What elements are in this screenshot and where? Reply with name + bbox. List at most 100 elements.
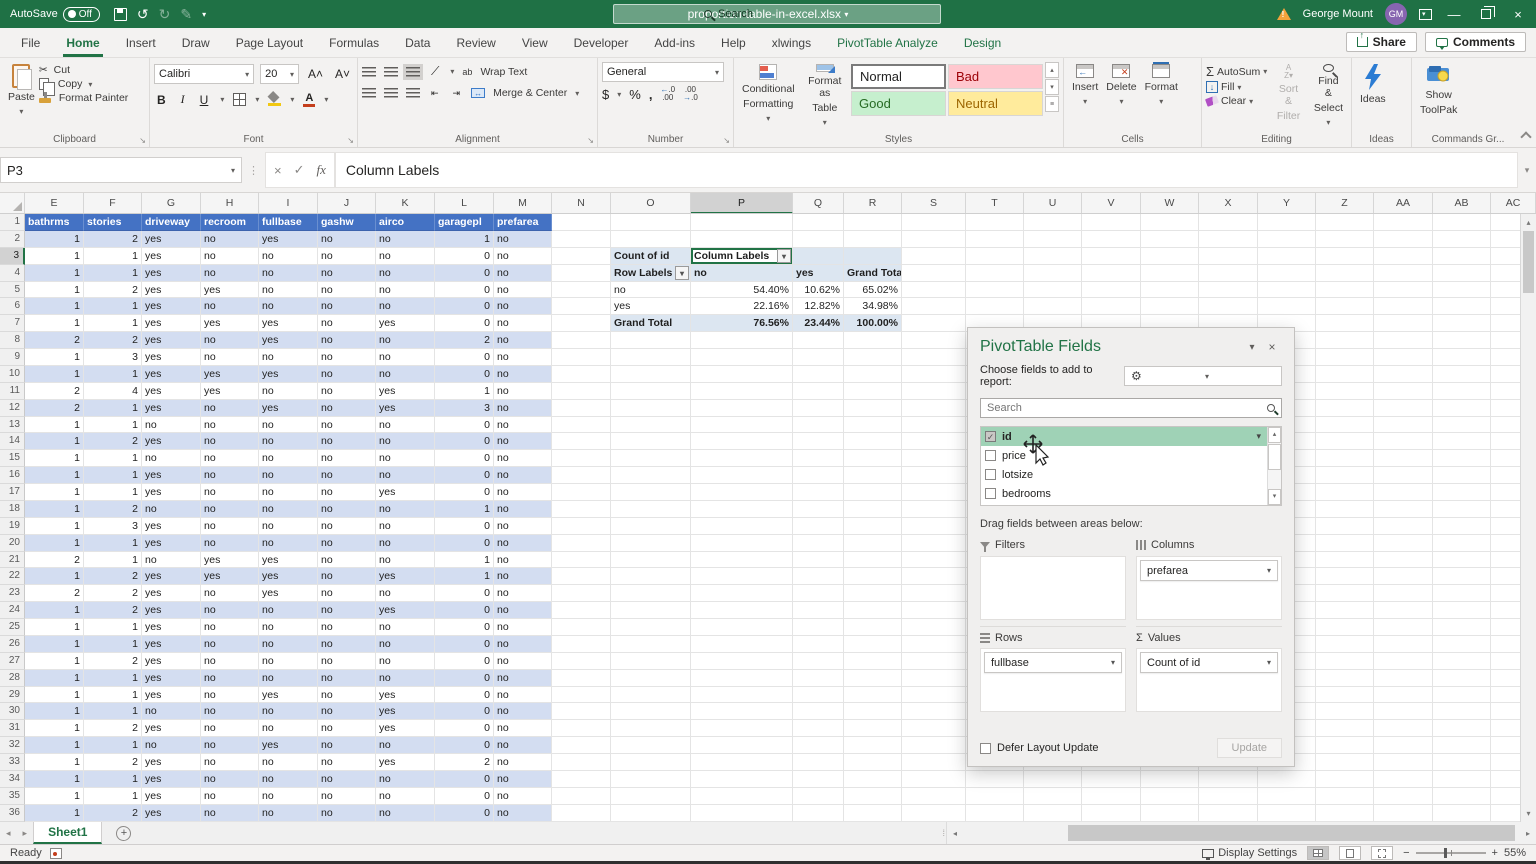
cell-N8[interactable] xyxy=(552,332,611,349)
cell-F30[interactable]: 1 xyxy=(84,703,142,720)
cell-AA16[interactable] xyxy=(1374,467,1433,484)
cell-J6[interactable]: no xyxy=(318,298,376,315)
cell-T5[interactable] xyxy=(966,282,1024,299)
name-box[interactable]: P3▾ xyxy=(0,157,242,183)
cell-Z25[interactable] xyxy=(1316,619,1374,636)
cell-H10[interactable]: yes xyxy=(201,366,259,383)
cell-N32[interactable] xyxy=(552,737,611,754)
cell-G21[interactable]: no xyxy=(142,552,201,569)
restore-button[interactable] xyxy=(1476,7,1496,22)
cell-I23[interactable]: yes xyxy=(259,585,318,602)
cell-R7[interactable]: 100.00% xyxy=(844,315,902,332)
ribbon-display-options-icon[interactable] xyxy=(1419,9,1432,20)
cell-E13[interactable]: 1 xyxy=(25,417,84,434)
row-header-34[interactable]: 34 xyxy=(0,771,25,788)
cell-S23[interactable] xyxy=(902,585,966,602)
row-header-8[interactable]: 8 xyxy=(0,332,25,349)
cell-P25[interactable] xyxy=(691,619,793,636)
touch-mode-icon[interactable]: ✎ xyxy=(180,6,192,23)
cell-R26[interactable] xyxy=(844,636,902,653)
cell-AB29[interactable] xyxy=(1433,687,1491,704)
cell-H36[interactable]: no xyxy=(201,805,259,822)
cell-N24[interactable] xyxy=(552,602,611,619)
cell-G32[interactable]: no xyxy=(142,737,201,754)
cell-S18[interactable] xyxy=(902,501,966,518)
chip-dropdown-icon[interactable]: ▾ xyxy=(1267,658,1271,667)
insert-cells-button[interactable]: Insert▾ xyxy=(1068,62,1102,131)
cell-N36[interactable] xyxy=(552,805,611,822)
column-header-Q[interactable]: Q xyxy=(793,193,844,214)
rows-drop-area[interactable]: fullbase▾ xyxy=(980,648,1126,712)
cell-M18[interactable]: no xyxy=(494,501,552,518)
cell-M4[interactable]: no xyxy=(494,265,552,282)
field-checkbox-bedrooms[interactable] xyxy=(985,488,996,499)
cell-H20[interactable]: no xyxy=(201,535,259,552)
cell-P36[interactable] xyxy=(691,805,793,822)
cell-F23[interactable]: 2 xyxy=(84,585,142,602)
align-right-icon[interactable] xyxy=(406,88,420,98)
cell-M28[interactable]: no xyxy=(494,670,552,687)
cell-M1[interactable]: prefarea xyxy=(494,214,552,231)
column-header-AA[interactable]: AA xyxy=(1374,193,1433,214)
column-header-Z[interactable]: Z xyxy=(1316,193,1374,214)
cell-T36[interactable] xyxy=(966,805,1024,822)
cell-I21[interactable]: yes xyxy=(259,552,318,569)
field-checkbox-price[interactable] xyxy=(985,450,996,461)
cell-M36[interactable]: no xyxy=(494,805,552,822)
cell-S21[interactable] xyxy=(902,552,966,569)
cell-Z33[interactable] xyxy=(1316,754,1374,771)
cell-G13[interactable]: no xyxy=(142,417,201,434)
cell-K4[interactable]: no xyxy=(376,265,435,282)
row-header-23[interactable]: 23 xyxy=(0,585,25,602)
cell-H12[interactable]: no xyxy=(201,400,259,417)
cell-J35[interactable]: no xyxy=(318,788,376,805)
cell-P14[interactable] xyxy=(691,433,793,450)
cell-S16[interactable] xyxy=(902,467,966,484)
cell-F17[interactable]: 1 xyxy=(84,484,142,501)
cell-G12[interactable]: yes xyxy=(142,400,201,417)
cell-I12[interactable]: yes xyxy=(259,400,318,417)
cell-L24[interactable]: 0 xyxy=(435,602,494,619)
cell-AA3[interactable] xyxy=(1374,248,1433,265)
cell-L22[interactable]: 1 xyxy=(435,568,494,585)
cut-button[interactable]: ✂Cut xyxy=(39,64,128,76)
cell-G11[interactable]: yes xyxy=(142,383,201,400)
cell-Q5[interactable]: 10.62% xyxy=(793,282,844,299)
cell-J17[interactable]: no xyxy=(318,484,376,501)
cell-T2[interactable] xyxy=(966,231,1024,248)
cell-P23[interactable] xyxy=(691,585,793,602)
cell-L35[interactable]: 0 xyxy=(435,788,494,805)
cell-AB16[interactable] xyxy=(1433,467,1491,484)
cell-O21[interactable] xyxy=(611,552,691,569)
cell-F10[interactable]: 1 xyxy=(84,366,142,383)
increase-indent-icon[interactable]: ⇥ xyxy=(450,88,464,99)
cell-Z30[interactable] xyxy=(1316,703,1374,720)
cell-S22[interactable] xyxy=(902,568,966,585)
cell-Y4[interactable] xyxy=(1258,265,1316,282)
cell-L16[interactable]: 0 xyxy=(435,467,494,484)
cell-F36[interactable]: 2 xyxy=(84,805,142,822)
zoom-out-icon[interactable]: − xyxy=(1403,847,1409,859)
shrink-font-icon[interactable]: A˅ xyxy=(332,67,353,81)
cell-Y1[interactable] xyxy=(1258,214,1316,231)
search-input[interactable]: Search xyxy=(613,4,941,24)
cell-O18[interactable] xyxy=(611,501,691,518)
column-header-E[interactable]: E xyxy=(25,193,84,214)
cell-P17[interactable] xyxy=(691,484,793,501)
cell-Z4[interactable] xyxy=(1316,265,1374,282)
cell-S13[interactable] xyxy=(902,417,966,434)
cell-L23[interactable]: 0 xyxy=(435,585,494,602)
cell-H15[interactable]: no xyxy=(201,450,259,467)
cell-K1[interactable]: airco xyxy=(376,214,435,231)
cell-F35[interactable]: 1 xyxy=(84,788,142,805)
cell-Z5[interactable] xyxy=(1316,282,1374,299)
cell-P11[interactable] xyxy=(691,383,793,400)
row-header-4[interactable]: 4 xyxy=(0,265,25,282)
cell-AA27[interactable] xyxy=(1374,653,1433,670)
cell-J24[interactable]: no xyxy=(318,602,376,619)
cell-I4[interactable]: no xyxy=(259,265,318,282)
cell-T6[interactable] xyxy=(966,298,1024,315)
cell-R3[interactable] xyxy=(844,248,902,265)
cell-L7[interactable]: 0 xyxy=(435,315,494,332)
page-break-view-icon[interactable] xyxy=(1371,846,1393,860)
